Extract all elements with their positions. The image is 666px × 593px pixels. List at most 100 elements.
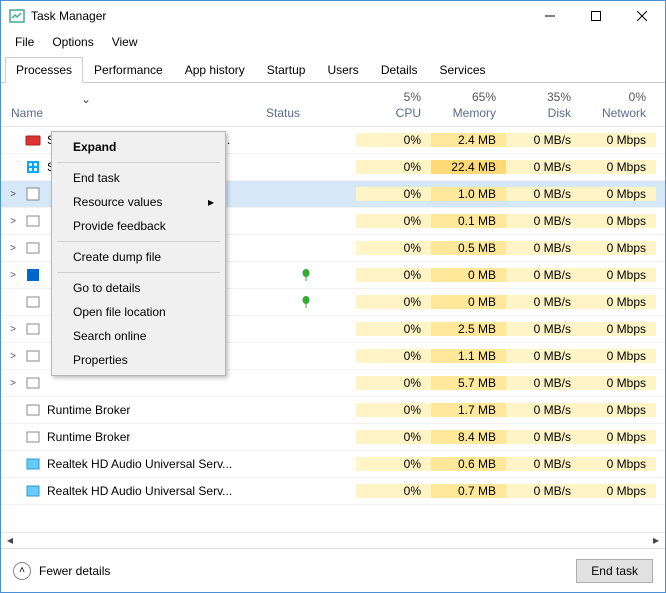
cell-disk: 0 MB/s: [506, 322, 581, 336]
expander-icon[interactable]: >: [7, 351, 19, 362]
memory-label: Memory: [453, 106, 496, 120]
tab-services[interactable]: Services: [429, 57, 497, 83]
col-cpu[interactable]: 5%CPU: [356, 83, 431, 126]
cell-cpu: 0%: [356, 295, 431, 309]
process-icon: [25, 132, 41, 148]
cell-disk: 0 MB/s: [506, 214, 581, 228]
ctx-expand[interactable]: Expand: [55, 135, 222, 159]
tabs: Processes Performance App history Startu…: [1, 53, 665, 83]
process-icon: [25, 456, 41, 472]
ctx-provide-feedback[interactable]: Provide feedback: [55, 214, 222, 238]
cell-disk: 0 MB/s: [506, 241, 581, 255]
col-status[interactable]: Status: [256, 83, 356, 126]
ctx-end-task[interactable]: End task: [55, 166, 222, 190]
menu-view[interactable]: View: [104, 33, 146, 51]
expander-icon[interactable]: >: [7, 270, 19, 281]
minimize-button[interactable]: [527, 1, 573, 31]
col-status-label: Status: [266, 106, 346, 120]
cell-cpu: 0%: [356, 349, 431, 363]
ctx-separator: [57, 272, 220, 273]
ctx-resource-values-label: Resource values: [73, 195, 162, 209]
ctx-search-online[interactable]: Search online: [55, 324, 222, 348]
table-row[interactable]: Runtime Broker 0%1.7 MB0 MB/s0 Mbps: [1, 397, 665, 424]
cell-cpu: 0%: [356, 322, 431, 336]
ctx-go-to-details[interactable]: Go to details: [55, 276, 222, 300]
cell-disk: 0 MB/s: [506, 160, 581, 174]
cell-memory: 0 MB: [431, 268, 506, 282]
cell-network: 0 Mbps: [581, 268, 656, 282]
cell-cpu: 0%: [356, 430, 431, 444]
end-task-button[interactable]: End task: [576, 559, 653, 583]
context-menu: Expand End task Resource values▸ Provide…: [51, 131, 226, 376]
tab-performance[interactable]: Performance: [83, 57, 174, 83]
tab-details[interactable]: Details: [370, 57, 429, 83]
disk-pct: 35%: [547, 90, 571, 104]
column-headers: ⌄ Name Status 5%CPU 65%Memory 35%Disk 0%…: [1, 83, 665, 127]
col-disk[interactable]: 35%Disk: [506, 83, 581, 126]
cell-network: 0 Mbps: [581, 403, 656, 417]
process-icon: [25, 429, 41, 445]
col-name[interactable]: ⌄ Name: [1, 83, 256, 126]
cell-memory: 0.5 MB: [431, 241, 506, 255]
process-icon: [25, 348, 41, 364]
col-network[interactable]: 0% Network: [581, 83, 656, 126]
process-icon: [25, 321, 41, 337]
cell-network: 0 Mbps: [581, 295, 656, 309]
col-memory[interactable]: 65%Memory: [431, 83, 506, 126]
scroll-right-icon[interactable]: ▸: [647, 533, 665, 548]
cell-network: 0 Mbps: [581, 322, 656, 336]
tab-users[interactable]: Users: [316, 57, 369, 83]
process-name: Realtek HD Audio Universal Serv...: [47, 457, 232, 471]
process-name: Runtime Broker: [47, 430, 130, 444]
table-row[interactable]: Realtek HD Audio Universal Serv...0%0.7 …: [1, 478, 665, 505]
cell-disk: 0 MB/s: [506, 349, 581, 363]
cell-network: 0 Mbps: [581, 160, 656, 174]
expander-icon[interactable]: >: [7, 189, 19, 200]
cell-cpu: 0%: [356, 484, 431, 498]
ctx-create-dump[interactable]: Create dump file: [55, 245, 222, 269]
menu-options[interactable]: Options: [44, 33, 101, 51]
cell-cpu: 0%: [356, 376, 431, 390]
expander-icon[interactable]: >: [7, 378, 19, 389]
ctx-properties[interactable]: Properties: [55, 348, 222, 372]
network-label: Network: [602, 106, 646, 120]
menu-file[interactable]: File: [7, 33, 42, 51]
tab-startup[interactable]: Startup: [256, 57, 317, 83]
ctx-resource-values[interactable]: Resource values▸: [55, 190, 222, 214]
process-icon: [25, 375, 41, 391]
cell-cpu: 0%: [356, 403, 431, 417]
ctx-open-file-location[interactable]: Open file location: [55, 300, 222, 324]
cell-memory: 1.0 MB: [431, 187, 506, 201]
cell-memory: 1.7 MB: [431, 403, 506, 417]
table-row[interactable]: Runtime Broker0%8.4 MB0 MB/s0 Mbps: [1, 424, 665, 451]
tab-processes[interactable]: Processes: [5, 57, 83, 83]
cell-disk: 0 MB/s: [506, 403, 581, 417]
cell-cpu: 0%: [356, 214, 431, 228]
cell-memory: 8.4 MB: [431, 430, 506, 444]
cell-disk: 0 MB/s: [506, 187, 581, 201]
cell-memory: 0.1 MB: [431, 214, 506, 228]
ctx-separator: [57, 241, 220, 242]
cell-name: Realtek HD Audio Universal Serv...: [1, 483, 256, 499]
cell-status: [256, 295, 356, 309]
task-manager-icon: [9, 8, 25, 24]
close-button[interactable]: [619, 1, 665, 31]
cpu-label: CPU: [396, 106, 421, 120]
network-pct: 0%: [629, 90, 646, 104]
expander-icon[interactable]: >: [7, 243, 19, 254]
horizontal-scrollbar[interactable]: ◂ ▸: [1, 532, 665, 548]
cell-status: [256, 268, 356, 282]
chevron-up-icon: ˄: [13, 562, 31, 580]
cell-name: >: [1, 375, 256, 391]
titlebar: Task Manager: [1, 1, 665, 31]
table-row[interactable]: Realtek HD Audio Universal Serv...0%0.6 …: [1, 451, 665, 478]
maximize-button[interactable]: [573, 1, 619, 31]
fewer-details-button[interactable]: ˄ Fewer details: [13, 562, 110, 580]
expander-icon[interactable]: >: [7, 324, 19, 335]
expander-icon[interactable]: >: [7, 216, 19, 227]
cell-network: 0 Mbps: [581, 187, 656, 201]
tab-app-history[interactable]: App history: [174, 57, 256, 83]
scroll-left-icon[interactable]: ◂: [1, 533, 19, 548]
cell-cpu: 0%: [356, 133, 431, 147]
cell-name: Runtime Broker: [1, 402, 256, 418]
